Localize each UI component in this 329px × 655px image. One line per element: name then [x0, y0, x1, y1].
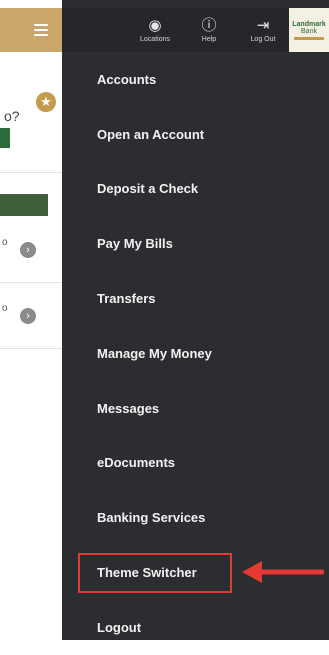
menu-item-manage-money[interactable]: Manage My Money	[62, 326, 329, 381]
chevron-right-icon[interactable]: ›	[20, 242, 36, 258]
logo-line2: Bank	[301, 27, 317, 35]
section-header-bar	[0, 194, 48, 216]
list-item[interactable]: o ›	[0, 292, 62, 349]
list-item[interactable]: o ›	[0, 226, 62, 283]
menu-item-open-account[interactable]: Open an Account	[62, 107, 329, 162]
background-app-panel: ★ o? o › o ›	[0, 0, 62, 640]
hamburger-icon	[34, 24, 48, 36]
locations-label: Locations	[140, 35, 170, 43]
menu-item-banking-services[interactable]: Banking Services	[62, 490, 329, 545]
bank-logo[interactable]: Landmark Bank	[289, 8, 329, 52]
card-question-text: o?	[4, 108, 20, 124]
list-item-subtext: o	[2, 237, 8, 248]
menu-item-transfers[interactable]: Transfers	[62, 271, 329, 326]
logo-line1: Landmark	[292, 20, 326, 28]
location-icon: ◉	[148, 16, 162, 34]
chevron-right-icon[interactable]: ›	[20, 308, 36, 324]
star-icon: ★	[36, 92, 56, 112]
logout-label: Log Out	[250, 35, 276, 43]
help-label: Help	[201, 35, 217, 43]
logout-header-button[interactable]: ⇥ Log Out	[241, 16, 285, 43]
list-item-subtext: o	[2, 303, 8, 314]
menu-item-messages[interactable]: Messages	[62, 381, 329, 436]
menu-item-pay-bills[interactable]: Pay My Bills	[62, 216, 329, 271]
background-card[interactable]: ★ o?	[0, 84, 62, 173]
help-icon: ⓘ	[201, 16, 217, 34]
pointer-arrow-icon	[242, 561, 324, 583]
help-button[interactable]: ⓘ Help	[187, 16, 231, 43]
logout-icon: ⇥	[256, 16, 270, 34]
menu-item-edocuments[interactable]: eDocuments	[62, 436, 329, 491]
menu-item-accounts[interactable]: Accounts	[62, 52, 329, 107]
drawer-header: ◉ Locations ⓘ Help ⇥ Log Out Landmark Ba…	[62, 8, 329, 52]
menu-item-logout[interactable]: Logout	[62, 600, 329, 655]
theme-switcher-highlight	[78, 553, 232, 593]
locations-button[interactable]: ◉ Locations	[133, 16, 177, 43]
navigation-drawer: ◉ Locations ⓘ Help ⇥ Log Out Landmark Ba…	[62, 0, 329, 640]
menu-item-deposit-check[interactable]: Deposit a Check	[62, 162, 329, 217]
card-action-button[interactable]	[0, 128, 10, 148]
menu-toggle-button[interactable]	[0, 8, 62, 52]
